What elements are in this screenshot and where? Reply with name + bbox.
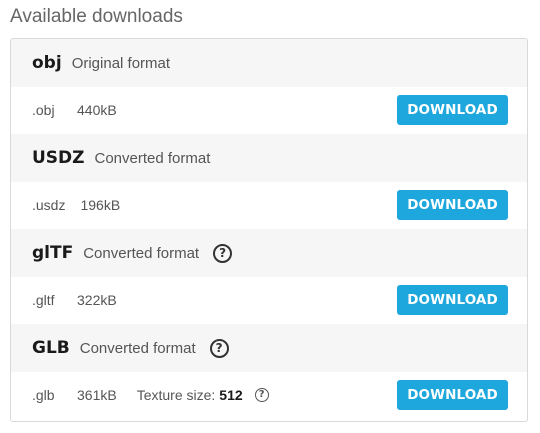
format-name: GLB <box>32 338 70 358</box>
format-description: Converted format <box>83 244 200 262</box>
file-size: 361kB <box>77 387 117 403</box>
download-row-obj: .obj 440kB DOWNLOAD <box>11 87 527 134</box>
downloads-panel: obj Original format .obj 440kB DOWNLOAD … <box>10 38 528 422</box>
download-row-usdz: .usdz 196kB DOWNLOAD <box>11 182 527 229</box>
format-name: glTF <box>32 243 74 263</box>
file-size: 440kB <box>77 102 117 118</box>
file-extension: .usdz <box>32 197 66 213</box>
format-description: Converted format <box>94 149 211 167</box>
page-title: Available downloads <box>10 6 183 27</box>
download-button-obj[interactable]: DOWNLOAD <box>397 95 508 125</box>
format-header-glb: GLB Converted format ? <box>11 324 527 372</box>
help-icon[interactable]: ? <box>209 338 229 358</box>
texture-size: Texture size: 512 ? <box>137 387 269 403</box>
file-size: 196kB <box>80 197 121 213</box>
download-row-glb: .glb 361kB Texture size: 512 ? DOWNLOAD <box>11 372 527 419</box>
file-extension: .obj <box>32 102 55 118</box>
format-header-usdz: USDZ Converted format <box>11 134 527 182</box>
texture-size-label: Texture size: <box>136 387 216 403</box>
format-header-gltf: glTF Converted format ? <box>11 229 527 277</box>
format-header-obj: obj Original format <box>11 39 527 87</box>
download-button-gltf[interactable]: DOWNLOAD <box>397 285 508 315</box>
help-icon[interactable]: ? <box>254 388 269 402</box>
file-extension: .glb <box>32 387 55 403</box>
help-icon[interactable]: ? <box>213 243 233 263</box>
download-button-glb[interactable]: DOWNLOAD <box>397 380 508 410</box>
format-description: Converted format <box>79 339 196 357</box>
format-description: Original format <box>71 54 171 72</box>
file-size: 322kB <box>77 292 117 308</box>
format-name: obj <box>32 53 62 73</box>
download-button-usdz[interactable]: DOWNLOAD <box>397 190 508 220</box>
file-extension: .gltf <box>32 292 55 308</box>
texture-size-value: 512 <box>219 387 243 403</box>
format-name: USDZ <box>32 148 85 168</box>
download-row-gltf: .gltf 322kB DOWNLOAD <box>11 277 527 324</box>
